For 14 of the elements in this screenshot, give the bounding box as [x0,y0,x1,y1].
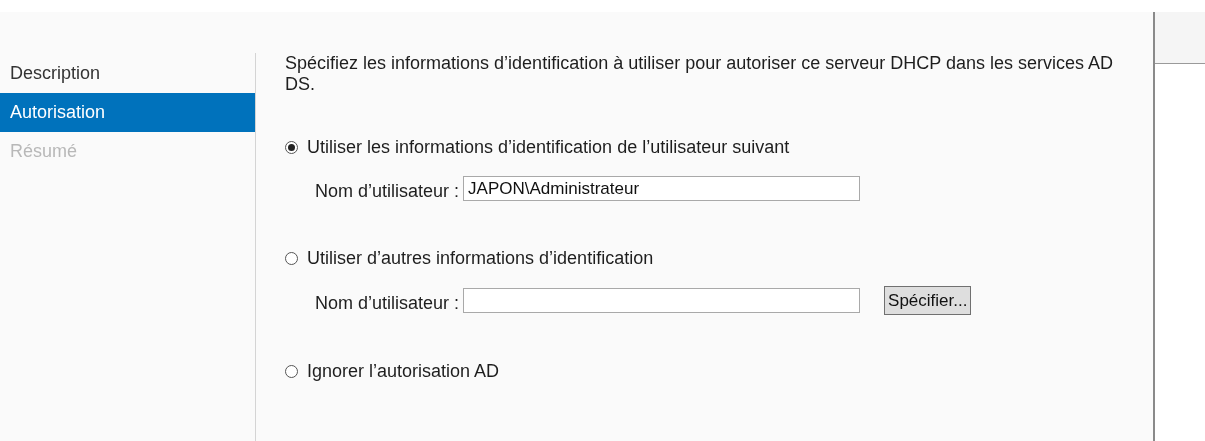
radio-label[interactable]: Utiliser d’autres informations d’identification [307,247,654,269]
sidebar-item[interactable]: Description [0,54,255,93]
radio-button[interactable] [285,140,298,154]
username-field[interactable] [463,288,861,313]
username-field[interactable]: JAPON\Administrateur [463,176,861,201]
radio-label[interactable]: Ignorer l’autorisation AD [307,360,500,382]
field-label: Nom d’utilisateur : [315,181,460,202]
radio-label[interactable]: Utiliser les informations d’identification de l’utilisateur suivant [307,136,790,158]
instruction-text: Spécifiez les informations d’identification à utiliser pour autoriser ce serveur DHCP dans les services AD DS. [285,53,1115,95]
field-label: Nom d’utilisateur : [315,293,460,314]
specify-button[interactable]: Spécifier... [884,286,972,315]
radio-button[interactable] [285,364,298,378]
radio-button[interactable] [285,251,298,265]
sidebar-item[interactable]: Autorisation [0,93,255,132]
